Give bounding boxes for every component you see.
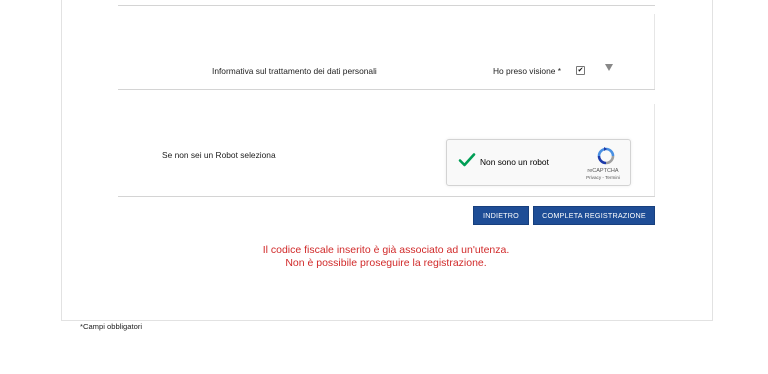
expand-triangle-icon[interactable]: [605, 64, 613, 71]
checkmark-icon[interactable]: [458, 152, 476, 173]
back-button[interactable]: INDIETRO: [473, 206, 529, 225]
privacy-checkbox[interactable]: ✔: [576, 66, 585, 75]
section-divider: [118, 5, 655, 6]
required-fields-note: *Campi obbligatori: [80, 322, 143, 331]
error-message-line2: Non è possibile proseguire la registrazi…: [285, 257, 487, 269]
complete-registration-button[interactable]: COMPLETA REGISTRAZIONE: [533, 206, 655, 225]
section-border: [654, 14, 655, 89]
section-divider: [118, 196, 655, 197]
recaptcha-brand: reCAPTCHA: [587, 168, 619, 174]
recaptcha-links[interactable]: Privacy - Termini: [580, 175, 626, 180]
privacy-label: Informativa sul trattamento dei dati per…: [212, 66, 377, 76]
error-message-line1: Il codice fiscale inserito è già associa…: [262, 244, 510, 256]
recaptcha-label: Non sono un robot: [480, 157, 549, 167]
section-border: [654, 104, 655, 196]
robot-label: Se non sei un Robot seleziona: [162, 150, 276, 160]
section-divider: [118, 89, 655, 90]
recaptcha-widget[interactable]: Non sono un robot reCAPTCHA Privacy - Te…: [446, 139, 631, 186]
privacy-ack-label: Ho preso visione *: [493, 66, 561, 76]
